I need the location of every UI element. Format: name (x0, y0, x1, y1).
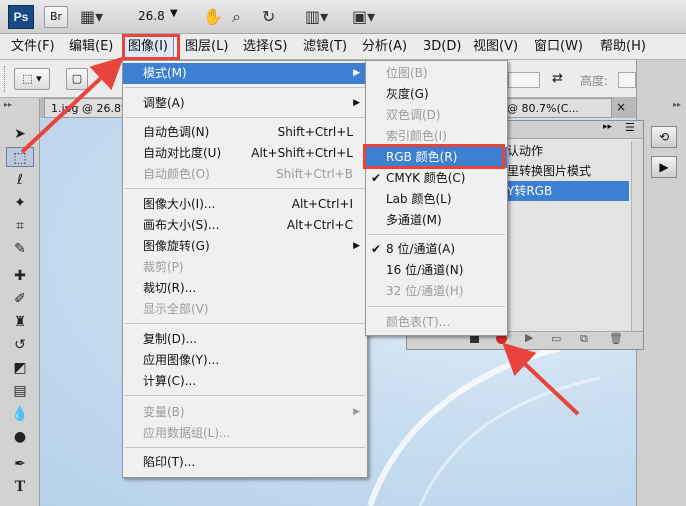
annotation-arrow-to-record (502, 342, 580, 416)
annotation-arrows (20, 56, 580, 416)
annotation-arrow-to-image-menu (20, 56, 124, 154)
